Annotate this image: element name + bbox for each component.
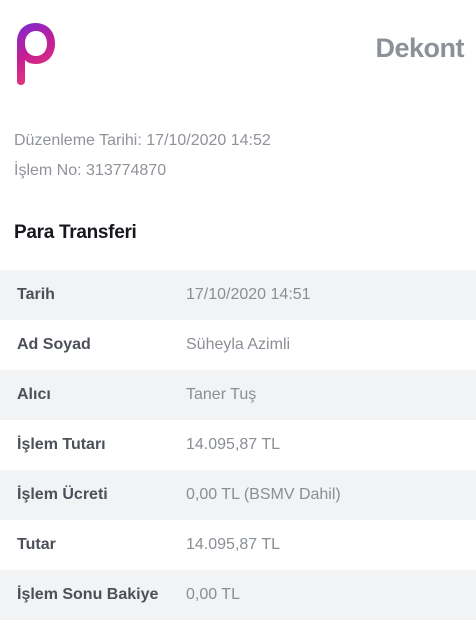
detail-value: 17/10/2020 14:51 [186, 286, 311, 303]
detail-row-final-balance: İşlem Sonu Bakiye 0,00 TL [0, 570, 476, 620]
detail-value: Taner Tuş [186, 386, 257, 403]
brand-p-logo-icon [17, 23, 55, 85]
detail-label: Alıcı [17, 386, 51, 403]
detail-label: İşlem Ücreti [17, 486, 108, 503]
detail-row-transaction-amount: İşlem Tutarı 14.095,87 TL [0, 420, 476, 470]
detail-row-name: Ad Soyad Süheyla Azimli [0, 320, 476, 370]
detail-label: İşlem Tutarı [17, 436, 106, 453]
detail-row-date: Tarih 17/10/2020 14:51 [0, 270, 476, 320]
detail-value: 14.095,87 TL [186, 536, 281, 553]
receipt-header: Dekont [0, 0, 476, 100]
detail-value: Süheyla Azimli [186, 336, 291, 353]
document-title: Dekont [375, 33, 464, 63]
transaction-number: İşlem No: 313774870 [14, 162, 167, 179]
detail-row-recipient: Alıcı Taner Tuş [0, 370, 476, 420]
receipt-meta: Düzenleme Tarihi: 17/10/2020 14:52 İşlem… [14, 126, 271, 186]
detail-row-total: Tutar 14.095,87 TL [0, 520, 476, 570]
detail-label: Ad Soyad [17, 336, 91, 353]
section-title: Para Transferi [14, 222, 137, 243]
detail-value: 0,00 TL [186, 586, 240, 603]
detail-row-fee: İşlem Ücreti 0,00 TL (BSMV Dahil) [0, 470, 476, 520]
detail-value: 14.095,87 TL [186, 436, 281, 453]
issue-date: Düzenleme Tarihi: 17/10/2020 14:52 [14, 132, 271, 149]
detail-label: Tarih [17, 286, 55, 303]
detail-label: Tutar [17, 536, 56, 553]
detail-label: İşlem Sonu Bakiye [17, 586, 159, 603]
transfer-details-table: Tarih 17/10/2020 14:51 Ad Soyad Süheyla … [0, 270, 476, 620]
detail-value: 0,00 TL (BSMV Dahil) [186, 486, 341, 503]
